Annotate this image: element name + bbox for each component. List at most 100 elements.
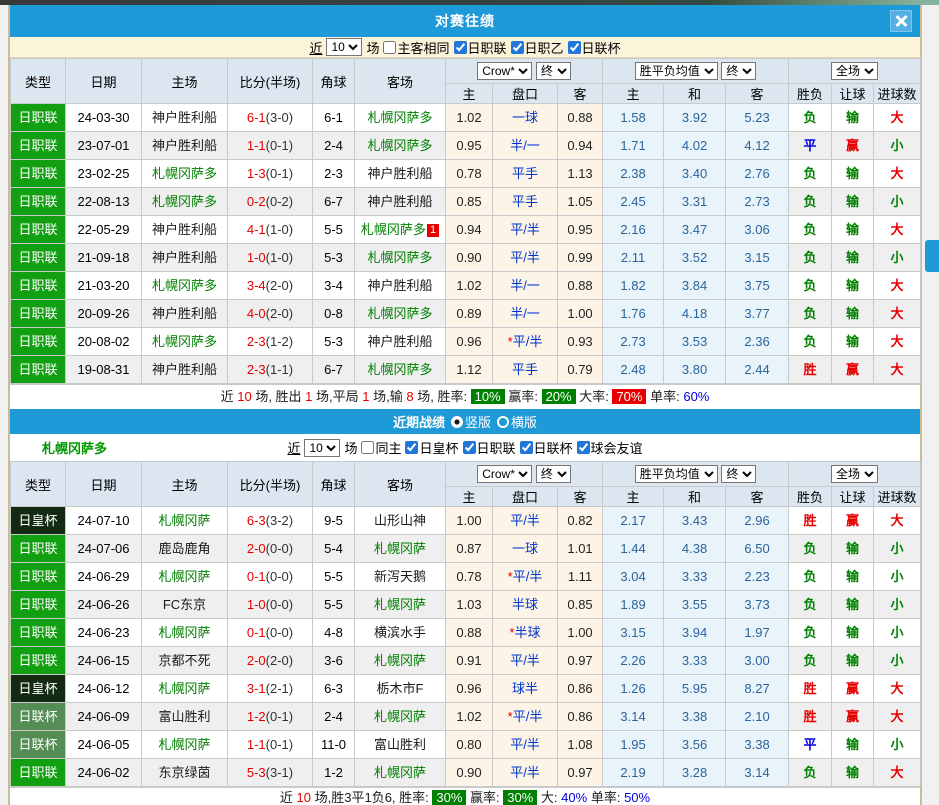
halftime-score: (0-0)	[266, 541, 293, 556]
cell-goals: 小	[874, 731, 921, 759]
fulltime-score: 0-1	[247, 625, 266, 640]
cell-euro-home: 2.26	[603, 647, 664, 675]
cell-euro-away: 2.73	[726, 188, 789, 216]
checkbox-input[interactable]	[405, 441, 418, 454]
col-header-type: 类型	[11, 59, 66, 104]
cell-home: 札幌冈萨多	[142, 160, 228, 188]
europe-odds-select[interactable]: 胜平负均值	[635, 465, 718, 483]
home-team: 札幌冈萨多	[152, 166, 217, 181]
view-mode-radio[interactable]: 横版	[497, 412, 537, 431]
home-team: 东京绿茵	[158, 765, 210, 780]
side-tab[interactable]	[925, 240, 939, 272]
cell-result: 负	[789, 244, 832, 272]
sub-header-euro-draw: 和	[664, 487, 726, 507]
europe-state-select[interactable]: 终	[721, 465, 756, 483]
games-count-select[interactable]: 10	[326, 38, 362, 56]
filter-checkbox[interactable]: 主客相同	[383, 38, 449, 57]
cell-corner: 6-1	[313, 104, 355, 132]
scope-select[interactable]: 全场	[831, 62, 878, 80]
radio-input[interactable]	[497, 416, 509, 428]
cell-odds-away: 0.79	[558, 356, 603, 384]
filter-checkbox[interactable]: 日联杯	[520, 438, 573, 457]
checkbox-label: 日职乙	[525, 38, 564, 57]
europe-state-select[interactable]: 终	[721, 62, 756, 80]
checkbox-input[interactable]	[463, 441, 476, 454]
filter-checkbox[interactable]: 同主	[361, 438, 401, 457]
cell-euro-home: 1.44	[603, 535, 664, 563]
cell-euro-home: 1.95	[603, 731, 664, 759]
close-button[interactable]	[890, 10, 912, 32]
sub-header-goals: 进球数	[874, 84, 921, 104]
checkbox-input[interactable]	[568, 41, 581, 54]
cell-away: 札幌冈萨多	[355, 244, 446, 272]
scope-select[interactable]: 全场	[831, 465, 878, 483]
handicap-result-label: 输	[846, 166, 859, 181]
odds-company-select[interactable]: Crow*	[477, 62, 532, 80]
cell-odds-away: 1.11	[558, 563, 603, 591]
halftime-score: (3-2)	[266, 513, 293, 528]
odds-state-select[interactable]: 终	[536, 62, 571, 80]
handicap-line: 平手	[512, 166, 538, 181]
league-label: 日职联	[18, 541, 57, 556]
cell-away: 札幌冈萨	[355, 591, 446, 619]
league-label: 日职联	[18, 306, 57, 321]
cell-goals: 小	[874, 535, 921, 563]
cell-home: 神户胜利船	[142, 216, 228, 244]
cell-handicap: 赢	[832, 507, 874, 535]
filter-checkbox[interactable]: 日职联	[454, 38, 507, 57]
cell-score: 4-0(2-0)	[228, 300, 313, 328]
games-count-select[interactable]: 10	[304, 439, 340, 457]
odds-company-select[interactable]: Crow*	[477, 465, 532, 483]
cell-type: 日职联	[11, 244, 66, 272]
handicap-line: 平手	[512, 362, 538, 377]
filter-checkbox[interactable]: 日联杯	[568, 38, 621, 57]
cell-result: 负	[789, 300, 832, 328]
filter-checkbox[interactable]: 日职乙	[511, 38, 564, 57]
cell-odds-home: 0.89	[446, 300, 493, 328]
cell-odds-home: 0.88	[446, 619, 493, 647]
view-mode-radio[interactable]: 竖版	[451, 412, 491, 431]
handicap-result-label: 输	[846, 278, 859, 293]
summary-segment: 1	[305, 389, 312, 404]
cell-odds-line: 一球	[493, 535, 558, 563]
filter-checkbox[interactable]: 球会友谊	[577, 438, 643, 457]
odds-state-select[interactable]: 终	[536, 465, 571, 483]
goals-result-label: 大	[891, 278, 904, 293]
cell-goals: 小	[874, 132, 921, 160]
checkbox-label: 日联杯	[582, 38, 621, 57]
filter-checkbox[interactable]: 日皇杯	[405, 438, 458, 457]
league-label: 日职联	[18, 569, 57, 584]
summary-segment: 50%	[624, 790, 650, 805]
handicap-line: 平/半	[513, 709, 543, 724]
summary-segment: 40%	[561, 790, 587, 805]
cell-corner: 5-5	[313, 216, 355, 244]
checkbox-input[interactable]	[511, 41, 524, 54]
europe-odds-select[interactable]: 胜平负均值	[635, 62, 718, 80]
cell-result: 胜	[789, 703, 832, 731]
filter-checkbox[interactable]: 日职联	[463, 438, 516, 457]
cell-goals: 大	[874, 272, 921, 300]
summary-segment: 近	[221, 389, 238, 404]
checkbox-input[interactable]	[383, 41, 396, 54]
cell-euro-away: 8.27	[726, 675, 789, 703]
radio-input[interactable]	[451, 416, 463, 428]
cell-corner: 5-3	[313, 328, 355, 356]
recent-results-bar: 近期战绩 竖版 横版	[10, 409, 920, 434]
checkbox-input[interactable]	[454, 41, 467, 54]
away-team: 山形山神	[374, 513, 426, 528]
halftime-score: (0-1)	[266, 138, 293, 153]
cell-odds-line: 半/一	[493, 300, 558, 328]
summary-segment: 10	[237, 389, 251, 404]
table-row: 日皇杯 24-07-10 札幌冈萨 6-3(3-2) 9-5 山形山神 1.00…	[11, 507, 921, 535]
fulltime-score: 3-4	[247, 278, 266, 293]
cell-handicap: 输	[832, 188, 874, 216]
checkbox-input[interactable]	[361, 441, 374, 454]
checkbox-input[interactable]	[520, 441, 533, 454]
home-team: 神户胜利船	[152, 362, 217, 377]
cell-euro-away: 2.96	[726, 507, 789, 535]
checkbox-input[interactable]	[577, 441, 590, 454]
sub-header-result: 胜负	[789, 84, 832, 104]
cell-euro-draw: 3.38	[664, 703, 726, 731]
cell-odds-away: 0.88	[558, 104, 603, 132]
col-header-type: 类型	[11, 462, 66, 507]
